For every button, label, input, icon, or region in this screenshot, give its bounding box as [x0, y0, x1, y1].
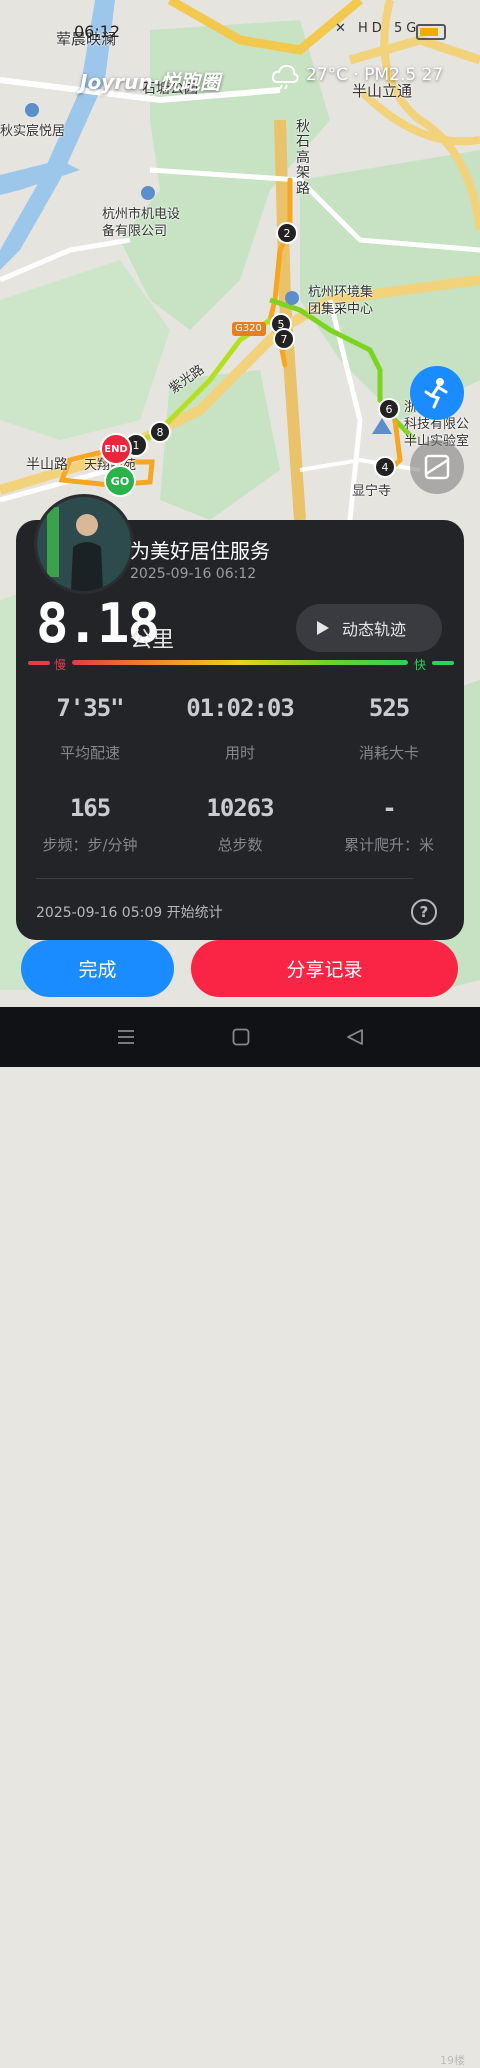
card-divider: [36, 878, 414, 879]
start-marker: GO: [104, 465, 136, 497]
info-icon[interactable]: ?: [411, 899, 437, 925]
end-marker: END: [100, 433, 132, 465]
home-nav-icon[interactable]: [232, 1028, 250, 1046]
watermark: 19楼: [440, 2054, 465, 2067]
system-nav-bar: 19楼: [0, 1007, 480, 2067]
pace-slow-indicator: [28, 661, 50, 665]
stat-duration-value: 01:02:03: [186, 694, 295, 722]
start-time-text: 2025-09-16 05:09 开始统计: [36, 905, 223, 921]
avatar[interactable]: [34, 494, 134, 594]
map-label: G320: [235, 323, 262, 334]
status-bar: 06:12 ✕ HD 5G: [0, 0, 480, 60]
stat-steps-value: 10263: [206, 794, 274, 822]
map-layer-button[interactable]: [410, 440, 464, 494]
pace-fast-label: 快: [414, 658, 427, 672]
status-icons: ✕ HD 5G: [335, 21, 421, 36]
activity-type-button[interactable]: [410, 366, 464, 420]
weather-info: 27°C · PM2.5 27: [270, 60, 443, 90]
map-label: 秋石高架路: [296, 119, 310, 197]
run-datetime: 2025-09-16 06:12: [130, 566, 257, 582]
status-time: 06:12: [74, 22, 121, 41]
route-marker: 2: [276, 222, 298, 244]
pace-fast-indicator: [432, 661, 454, 665]
map-label: 杭州环境集 团集采中心: [308, 285, 374, 317]
share-record-button[interactable]: 分享记录: [191, 940, 458, 997]
play-icon: [317, 621, 329, 635]
done-button[interactable]: 完成: [21, 940, 174, 997]
map-label: 秋实宸悦居: [0, 124, 66, 139]
battery-icon: [416, 24, 446, 40]
stat-cadence-label: 步频：步/分钟: [42, 836, 138, 854]
stat-duration-label: 用时: [224, 744, 255, 762]
back-nav-icon[interactable]: [346, 1028, 364, 1046]
image-icon: [424, 454, 450, 480]
stat-elevation-label: 累计爬升：米: [343, 836, 434, 854]
stat-elevation-value: -: [382, 794, 396, 822]
stat-calories-value: 525: [368, 694, 410, 722]
menu-nav-icon[interactable]: [117, 1029, 135, 1045]
runner-icon: [424, 378, 448, 409]
route-marker: 7: [273, 328, 295, 350]
pace-gradient-bar: [72, 660, 408, 665]
stat-calories-label: 消耗大卡: [358, 744, 419, 762]
map-label: 杭州市机电设 备有限公司: [102, 207, 181, 239]
app-logo: Joyrun·悦跑圈: [80, 70, 221, 94]
replay-track-button[interactable]: 动态轨迹: [296, 604, 442, 652]
route-marker: 4: [374, 456, 396, 478]
stat-cadence-value: 165: [69, 794, 111, 822]
run-title: 为美好居住服务: [130, 539, 270, 563]
map-label: 半山路: [26, 457, 68, 473]
replay-track-label: 动态轨迹: [342, 620, 407, 639]
route-marker: 6: [378, 398, 400, 420]
route-marker: 8: [149, 421, 171, 443]
stat-avg-pace-value: 7'35": [56, 694, 124, 722]
cloud-icon: [271, 64, 299, 90]
pace-slow-label: 慢: [54, 658, 67, 672]
stat-steps-label: 总步数: [217, 836, 263, 854]
weather-text: 27°C · PM2.5 27: [306, 65, 444, 85]
stat-avg-pace-label: 平均配速: [59, 744, 120, 762]
distance-unit: 公里: [130, 628, 175, 653]
map-label: 显宁寺: [352, 484, 392, 499]
